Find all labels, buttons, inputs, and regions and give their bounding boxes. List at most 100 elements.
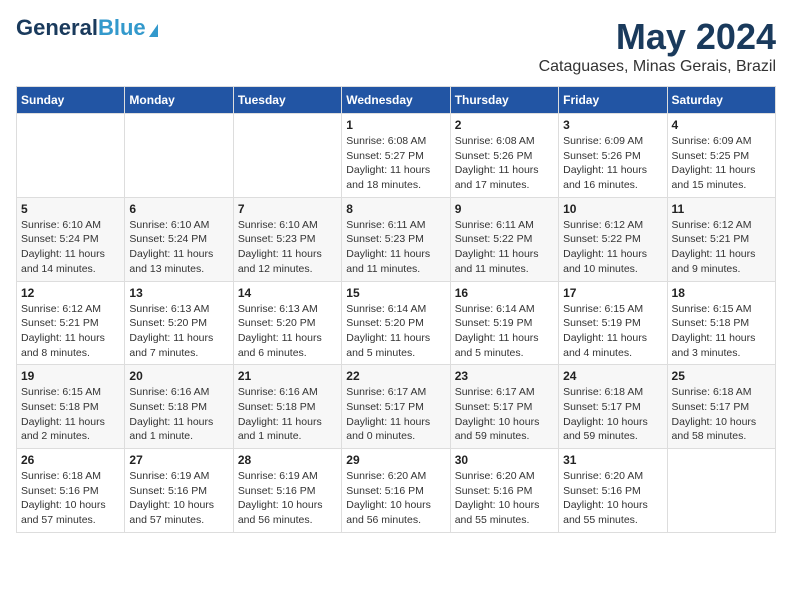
day-number: 3: [563, 118, 662, 132]
day-number: 19: [21, 369, 120, 383]
calendar-cell: 16Sunrise: 6:14 AM Sunset: 5:19 PM Dayli…: [450, 281, 558, 365]
day-number: 30: [455, 453, 554, 467]
weekday-header: Friday: [559, 87, 667, 114]
calendar-week-row: 26Sunrise: 6:18 AM Sunset: 5:16 PM Dayli…: [17, 449, 776, 533]
calendar-header-row: SundayMondayTuesdayWednesdayThursdayFrid…: [17, 87, 776, 114]
calendar-cell: [233, 114, 341, 198]
day-info: Sunrise: 6:10 AM Sunset: 5:24 PM Dayligh…: [21, 218, 120, 277]
day-info: Sunrise: 6:15 AM Sunset: 5:18 PM Dayligh…: [21, 385, 120, 444]
day-info: Sunrise: 6:09 AM Sunset: 5:25 PM Dayligh…: [672, 134, 771, 193]
day-info: Sunrise: 6:10 AM Sunset: 5:23 PM Dayligh…: [238, 218, 337, 277]
day-number: 10: [563, 202, 662, 216]
month-title: May 2024: [539, 16, 776, 58]
day-info: Sunrise: 6:20 AM Sunset: 5:16 PM Dayligh…: [346, 469, 445, 528]
logo-general: General: [16, 15, 98, 40]
calendar-week-row: 19 Sunrise: 6:15 AM Sunset: 5:18 PM Dayli…: [17, 365, 776, 449]
day-number: 29: [346, 453, 445, 467]
calendar-cell: 28 Sunrise: 6:19 AM Sunset: 5:16 PM Dayli…: [233, 449, 341, 533]
day-number: 28: [238, 453, 337, 467]
weekday-header: Sunday: [17, 87, 125, 114]
calendar-cell: 31 Sunrise: 6:20 AM Sunset: 5:16 PM Dayli…: [559, 449, 667, 533]
day-info: Sunrise: 6:13 AM Sunset: 5:20 PM Dayligh…: [238, 302, 337, 361]
day-info: Sunrise: 6:12 AM Sunset: 5:21 PM Dayligh…: [672, 218, 771, 277]
day-number: 24: [563, 369, 662, 383]
day-info: Sunrise: 6:08 AM Sunset: 5:26 PM Dayligh…: [455, 134, 554, 193]
day-number: 13: [129, 286, 228, 300]
day-info: Sunrise: 6:15 AM Sunset: 5:18 PM Dayligh…: [672, 302, 771, 361]
day-number: 4: [672, 118, 771, 132]
day-number: 5: [21, 202, 120, 216]
title-block: May 2024 Cataguases, Minas Gerais, Brazi…: [539, 16, 776, 76]
weekday-header: Thursday: [450, 87, 558, 114]
calendar-cell: 5 Sunrise: 6:10 AM Sunset: 5:24 PM Daylig…: [17, 197, 125, 281]
day-number: 17: [563, 286, 662, 300]
day-info: Sunrise: 6:09 AM Sunset: 5:26 PM Dayligh…: [563, 134, 662, 193]
logo-icon: [149, 24, 158, 37]
day-number: 11: [672, 202, 771, 216]
day-info: Sunrise: 6:11 AM Sunset: 5:22 PM Dayligh…: [455, 218, 554, 277]
day-info: Sunrise: 6:13 AM Sunset: 5:20 PM Dayligh…: [129, 302, 228, 361]
calendar-cell: [667, 449, 775, 533]
calendar-cell: 24 Sunrise: 6:18 AM Sunset: 5:17 PM Dayli…: [559, 365, 667, 449]
calendar-cell: 18 Sunrise: 6:15 AM Sunset: 5:18 PM Dayli…: [667, 281, 775, 365]
calendar-cell: 2 Sunrise: 6:08 AM Sunset: 5:26 PM Daylig…: [450, 114, 558, 198]
day-info: Sunrise: 6:20 AM Sunset: 5:16 PM Dayligh…: [563, 469, 662, 528]
day-number: 1: [346, 118, 445, 132]
calendar-cell: 13 Sunrise: 6:13 AM Sunset: 5:20 PM Dayli…: [125, 281, 233, 365]
day-info: Sunrise: 6:08 AM Sunset: 5:27 PM Dayligh…: [346, 134, 445, 193]
calendar-cell: 11 Sunrise: 6:12 AM Sunset: 5:21 PM Dayli…: [667, 197, 775, 281]
calendar-week-row: 12Sunrise: 6:12 AM Sunset: 5:21 PM Dayli…: [17, 281, 776, 365]
day-info: Sunrise: 6:16 AM Sunset: 5:18 PM Dayligh…: [129, 385, 228, 444]
weekday-header: Wednesday: [342, 87, 450, 114]
calendar-cell: 23 Sunrise: 6:17 AM Sunset: 5:17 PM Dayli…: [450, 365, 558, 449]
calendar-cell: 29 Sunrise: 6:20 AM Sunset: 5:16 PM Dayli…: [342, 449, 450, 533]
day-number: 27: [129, 453, 228, 467]
day-info: Sunrise: 6:19 AM Sunset: 5:16 PM Dayligh…: [129, 469, 228, 528]
calendar-cell: 22 Sunrise: 6:17 AM Sunset: 5:17 PM Dayli…: [342, 365, 450, 449]
day-number: 26: [21, 453, 120, 467]
calendar-week-row: 1 Sunrise: 6:08 AM Sunset: 5:27 PM Daylig…: [17, 114, 776, 198]
calendar-cell: 20Sunrise: 6:16 AM Sunset: 5:18 PM Dayli…: [125, 365, 233, 449]
calendar-cell: 21Sunrise: 6:16 AM Sunset: 5:18 PM Dayli…: [233, 365, 341, 449]
day-info: Sunrise: 6:18 AM Sunset: 5:17 PM Dayligh…: [672, 385, 771, 444]
calendar-cell: 6Sunrise: 6:10 AM Sunset: 5:24 PM Daylig…: [125, 197, 233, 281]
calendar-cell: 7Sunrise: 6:10 AM Sunset: 5:23 PM Daylig…: [233, 197, 341, 281]
day-number: 2: [455, 118, 554, 132]
logo: GeneralBlue: [16, 16, 158, 40]
calendar-cell: 3 Sunrise: 6:09 AM Sunset: 5:26 PM Daylig…: [559, 114, 667, 198]
day-info: Sunrise: 6:18 AM Sunset: 5:17 PM Dayligh…: [563, 385, 662, 444]
calendar-cell: [125, 114, 233, 198]
calendar-week-row: 5 Sunrise: 6:10 AM Sunset: 5:24 PM Daylig…: [17, 197, 776, 281]
calendar-table: SundayMondayTuesdayWednesdayThursdayFrid…: [16, 86, 776, 533]
day-info: Sunrise: 6:10 AM Sunset: 5:24 PM Dayligh…: [129, 218, 228, 277]
day-info: Sunrise: 6:14 AM Sunset: 5:20 PM Dayligh…: [346, 302, 445, 361]
weekday-header: Tuesday: [233, 87, 341, 114]
calendar-cell: 8Sunrise: 6:11 AM Sunset: 5:23 PM Daylig…: [342, 197, 450, 281]
day-info: Sunrise: 6:14 AM Sunset: 5:19 PM Dayligh…: [455, 302, 554, 361]
day-info: Sunrise: 6:17 AM Sunset: 5:17 PM Dayligh…: [346, 385, 445, 444]
weekday-header: Monday: [125, 87, 233, 114]
day-number: 18: [672, 286, 771, 300]
page-header: GeneralBlue May 2024 Cataguases, Minas G…: [16, 16, 776, 76]
calendar-cell: 1 Sunrise: 6:08 AM Sunset: 5:27 PM Daylig…: [342, 114, 450, 198]
calendar-cell: 17Sunrise: 6:15 AM Sunset: 5:19 PM Dayli…: [559, 281, 667, 365]
calendar-cell: 15 Sunrise: 6:14 AM Sunset: 5:20 PM Dayli…: [342, 281, 450, 365]
day-info: Sunrise: 6:19 AM Sunset: 5:16 PM Dayligh…: [238, 469, 337, 528]
day-number: 15: [346, 286, 445, 300]
calendar-cell: 10 Sunrise: 6:12 AM Sunset: 5:22 PM Dayli…: [559, 197, 667, 281]
day-number: 23: [455, 369, 554, 383]
day-number: 22: [346, 369, 445, 383]
day-info: Sunrise: 6:20 AM Sunset: 5:16 PM Dayligh…: [455, 469, 554, 528]
logo-blue: Blue: [98, 15, 146, 40]
day-number: 31: [563, 453, 662, 467]
day-number: 9: [455, 202, 554, 216]
calendar-cell: 12Sunrise: 6:12 AM Sunset: 5:21 PM Dayli…: [17, 281, 125, 365]
location-subtitle: Cataguases, Minas Gerais, Brazil: [539, 58, 776, 76]
day-info: Sunrise: 6:12 AM Sunset: 5:22 PM Dayligh…: [563, 218, 662, 277]
day-info: Sunrise: 6:17 AM Sunset: 5:17 PM Dayligh…: [455, 385, 554, 444]
day-number: 25: [672, 369, 771, 383]
day-number: 21: [238, 369, 337, 383]
calendar-cell: 26Sunrise: 6:18 AM Sunset: 5:16 PM Dayli…: [17, 449, 125, 533]
calendar-cell: 14Sunrise: 6:13 AM Sunset: 5:20 PM Dayli…: [233, 281, 341, 365]
day-info: Sunrise: 6:11 AM Sunset: 5:23 PM Dayligh…: [346, 218, 445, 277]
